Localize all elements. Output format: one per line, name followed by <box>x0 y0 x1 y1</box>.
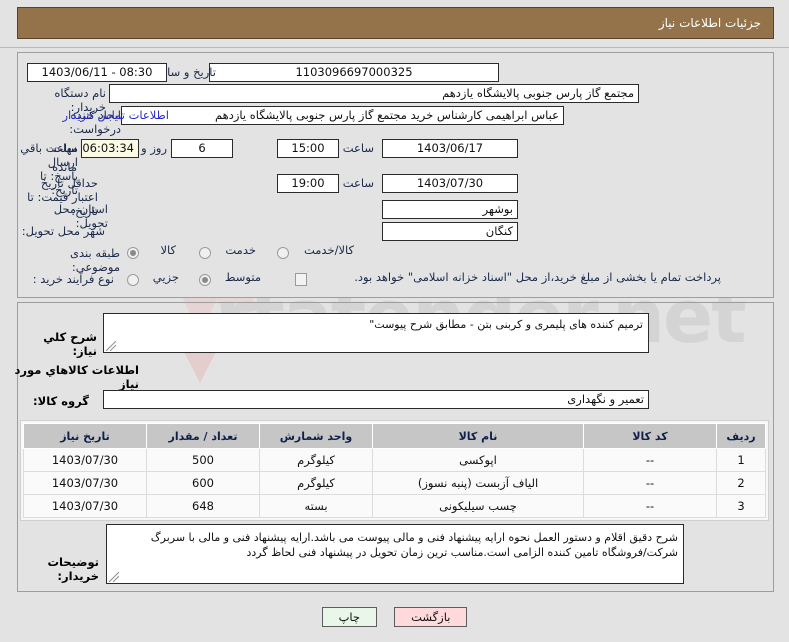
cell-unit: بسته <box>259 494 373 518</box>
radio-category-service-label: خدمت <box>225 243 256 257</box>
page-root: rtatender.net جزئیات اطلاعات نیاز شماره … <box>0 0 789 642</box>
goods-section-heading: اطلاعات کالاهاي مورد نیاز <box>14 363 140 391</box>
cell-row-number: 2 <box>716 471 766 495</box>
request-creator-value: عباس ابراهیمی کارشناس خرید مجتمع گاز پار… <box>121 106 564 125</box>
table-row: 3 -- چسب سیلیکونی بسته 648 1403/07/30 <box>23 494 766 518</box>
cell-row-number: 1 <box>716 448 766 472</box>
cell-unit: کیلوگرم <box>259 471 373 495</box>
cell-goods-code: -- <box>583 448 717 472</box>
cell-quantity: 600 <box>146 471 260 495</box>
cell-goods-code: -- <box>583 494 717 518</box>
goods-group-label: گروه کالا: <box>33 394 89 408</box>
radio-category-goods[interactable] <box>127 247 139 259</box>
subject-category-label: طبقه بندی موضوعی: <box>70 246 120 274</box>
resize-grip-icon[interactable] <box>106 341 116 351</box>
delivery-city-value: کنگان <box>382 222 518 241</box>
price-validity-time: 19:00 <box>277 174 339 193</box>
deadline-hour-label: ساعت <box>342 141 374 155</box>
need-number-value: 1103096697000325 <box>209 63 499 82</box>
col-unit: واحد شمارش <box>259 423 373 449</box>
col-quantity: تعداد / مقدار <box>146 423 260 449</box>
col-goods-name: نام کالا <box>372 423 584 449</box>
buyer-notes-textarea[interactable]: شرح دقیق اقلام و دستور العمل نحوه ارایه … <box>106 524 684 584</box>
response-deadline-time: 15:00 <box>277 139 339 158</box>
delivery-province-value: بوشهر <box>382 200 518 219</box>
cell-quantity: 648 <box>146 494 260 518</box>
back-button[interactable]: بازگشت <box>394 607 468 627</box>
treasury-bond-checkbox[interactable] <box>295 273 307 286</box>
radio-category-goods-service[interactable] <box>277 247 289 259</box>
radio-category-goods-service-label: کالا/خدمت <box>303 243 354 257</box>
radio-process-medium-label: متوسط <box>224 270 261 284</box>
col-goods-code: کد کالا <box>583 423 717 449</box>
announce-datetime-value: 08:30 - 1403/06/11 <box>27 63 167 82</box>
delivery-city-label: شهر محل تحویل: <box>21 224 105 238</box>
table-row: 1 -- اپوکسی کیلوگرم 500 1403/07/30 <box>23 448 766 472</box>
top-divider <box>0 47 789 48</box>
cell-goods-name: چسب سیلیکونی <box>372 494 584 518</box>
goods-table-wrapper: ردیف کد کالا نام کالا واحد شمارش تعداد /… <box>20 420 769 521</box>
cell-row-number: 3 <box>716 494 766 518</box>
general-description-textarea[interactable]: ترمیم کننده های پلیمری و کربنی بتن - مطا… <box>103 313 649 353</box>
price-validity-hour-label: ساعت <box>342 176 374 190</box>
countdown-label: ساعت باقي مانده <box>20 141 77 174</box>
col-row-number: ردیف <box>716 423 766 449</box>
buyer-org-value: مجتمع گاز پارس جنوبی پالایشگاه یازدهم <box>109 84 639 103</box>
days-remaining-value: 6 <box>171 139 233 158</box>
goods-group-value: تعمیر و نگهداری <box>103 390 649 409</box>
response-deadline-date: 1403/06/17 <box>382 139 518 158</box>
cell-goods-name: الیاف آزبست (پنبه نسوز) <box>372 471 584 495</box>
cell-goods-name: اپوکسی <box>372 448 584 472</box>
treasury-bond-label: پرداخت تمام یا بخشی از مبلغ خرید،از محل … <box>354 270 721 284</box>
buyer-notes-label: توضیحات خریدار: <box>47 555 100 583</box>
cell-need-date: 1403/07/30 <box>23 471 147 495</box>
print-button[interactable]: چاپ <box>321 607 378 627</box>
radio-category-service[interactable] <box>199 247 211 259</box>
radio-process-minor-label: جزیي <box>152 270 179 284</box>
resize-grip-icon[interactable] <box>109 572 119 582</box>
radio-process-minor[interactable] <box>127 274 139 286</box>
radio-category-goods-label: کالا <box>160 243 176 257</box>
cell-quantity: 500 <box>146 448 260 472</box>
price-validity-date: 1403/07/30 <box>382 174 518 193</box>
col-need-date: تاریخ نیاز <box>23 423 147 449</box>
general-description-label: شرح کلي نیاز: <box>43 330 97 358</box>
table-row: 2 -- الیاف آزبست (پنبه نسوز) کیلوگرم 600… <box>23 471 766 495</box>
page-title: جزئیات اطلاعات نیاز <box>17 7 774 39</box>
action-button-row: بازگشت چاپ <box>0 606 789 627</box>
table-header-row: ردیف کد کالا نام کالا واحد شمارش تعداد /… <box>23 423 766 449</box>
buyer-contact-link[interactable]: اطلاعات تماس خریدار <box>62 106 169 125</box>
cell-goods-code: -- <box>583 471 717 495</box>
cell-need-date: 1403/07/30 <box>23 494 147 518</box>
cell-unit: کیلوگرم <box>259 448 373 472</box>
days-remaining-label: روز و <box>141 141 167 155</box>
general-description-value: ترمیم کننده های پلیمری و کربنی بتن - مطا… <box>369 318 643 331</box>
buyer-notes-line1: شرح دقیق اقلام و دستور العمل نحوه ارایه … <box>150 531 678 544</box>
goods-table: ردیف کد کالا نام کالا واحد شمارش تعداد /… <box>23 423 766 518</box>
purchase-process-label: نوع فرآیند خرید : <box>32 272 114 286</box>
radio-process-medium[interactable] <box>199 274 211 286</box>
countdown-timer: 06:03:34 <box>81 139 139 158</box>
cell-need-date: 1403/07/30 <box>23 448 147 472</box>
page-header: جزئیات اطلاعات نیاز <box>17 7 774 39</box>
buyer-notes-line2: شرکت/فروشگاه تامین کننده الزامی است.مناس… <box>246 546 679 559</box>
